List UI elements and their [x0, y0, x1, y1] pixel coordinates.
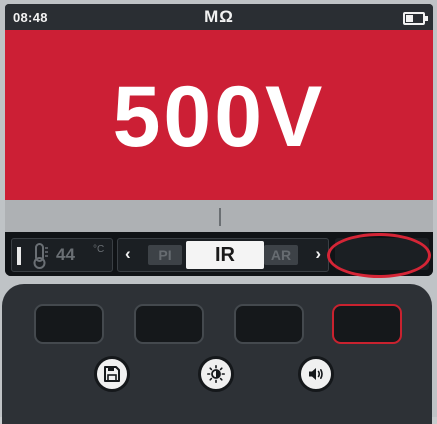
instrument-device: 08:48 MΩ 500V 44 °C ‹ PI IR AR › — [0, 0, 437, 424]
measurement-unit: MΩ — [204, 7, 234, 26]
highlight-ring — [327, 233, 431, 278]
mode-option-ar[interactable]: AR — [264, 245, 298, 265]
thermometer-icon — [30, 243, 50, 274]
brightness-button[interactable] — [198, 356, 234, 392]
test-voltage: 500V — [112, 69, 326, 165]
level-bar — [17, 247, 21, 265]
status-bar: 08:48 MΩ — [5, 4, 433, 30]
chevron-right-icon[interactable]: › — [315, 244, 321, 264]
temperature-indicator: 44 °C — [11, 238, 113, 272]
chevron-left-icon[interactable]: ‹ — [125, 244, 131, 264]
function-key-3[interactable] — [234, 304, 304, 344]
function-key-1[interactable] — [34, 304, 104, 344]
mode-selector[interactable]: ‹ PI IR AR › — [117, 238, 329, 272]
battery-icon — [403, 12, 428, 25]
keypad — [2, 284, 432, 424]
function-key-4[interactable] — [332, 304, 402, 344]
voltage-panel: 500V — [5, 30, 433, 200]
volume-button[interactable] — [298, 356, 334, 392]
mode-option-selected[interactable]: IR — [186, 241, 264, 269]
center-tick — [219, 208, 221, 226]
mode-option-pi[interactable]: PI — [148, 245, 182, 265]
save-button[interactable] — [94, 356, 130, 392]
reading-bar — [5, 200, 433, 232]
function-key-2[interactable] — [134, 304, 204, 344]
temperature-unit: °C — [93, 244, 105, 255]
temperature-value: 44 — [56, 245, 75, 264]
